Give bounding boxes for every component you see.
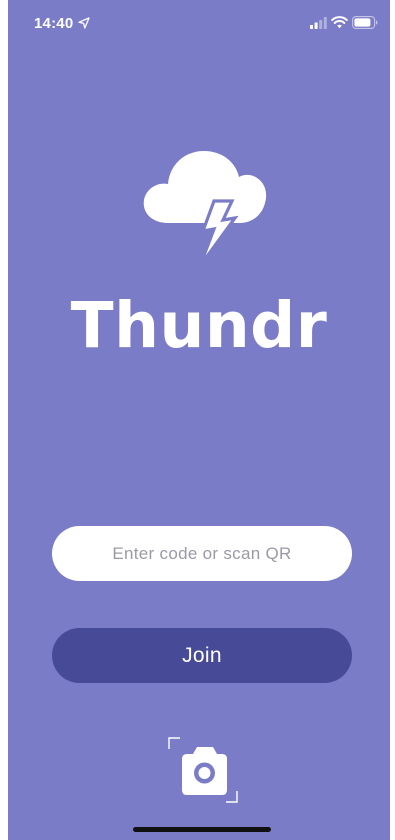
status-bar: 14:40: [8, 0, 390, 46]
wifi-icon: [331, 16, 348, 29]
join-button[interactable]: Join: [52, 628, 352, 683]
cellular-signal-icon: [310, 17, 327, 29]
app-title: Thundr: [70, 289, 328, 362]
camera-scan-icon[interactable]: [168, 737, 238, 803]
app-screen: 14:40 Thundr Join: [8, 0, 390, 840]
code-input[interactable]: [52, 526, 352, 581]
location-arrow-icon: [78, 17, 90, 29]
status-time: 14:40: [34, 15, 74, 32]
join-button-label: Join: [182, 643, 222, 667]
battery-icon: [352, 16, 378, 29]
home-indicator[interactable]: [133, 827, 271, 832]
cloud-lightning-icon: [143, 151, 267, 267]
